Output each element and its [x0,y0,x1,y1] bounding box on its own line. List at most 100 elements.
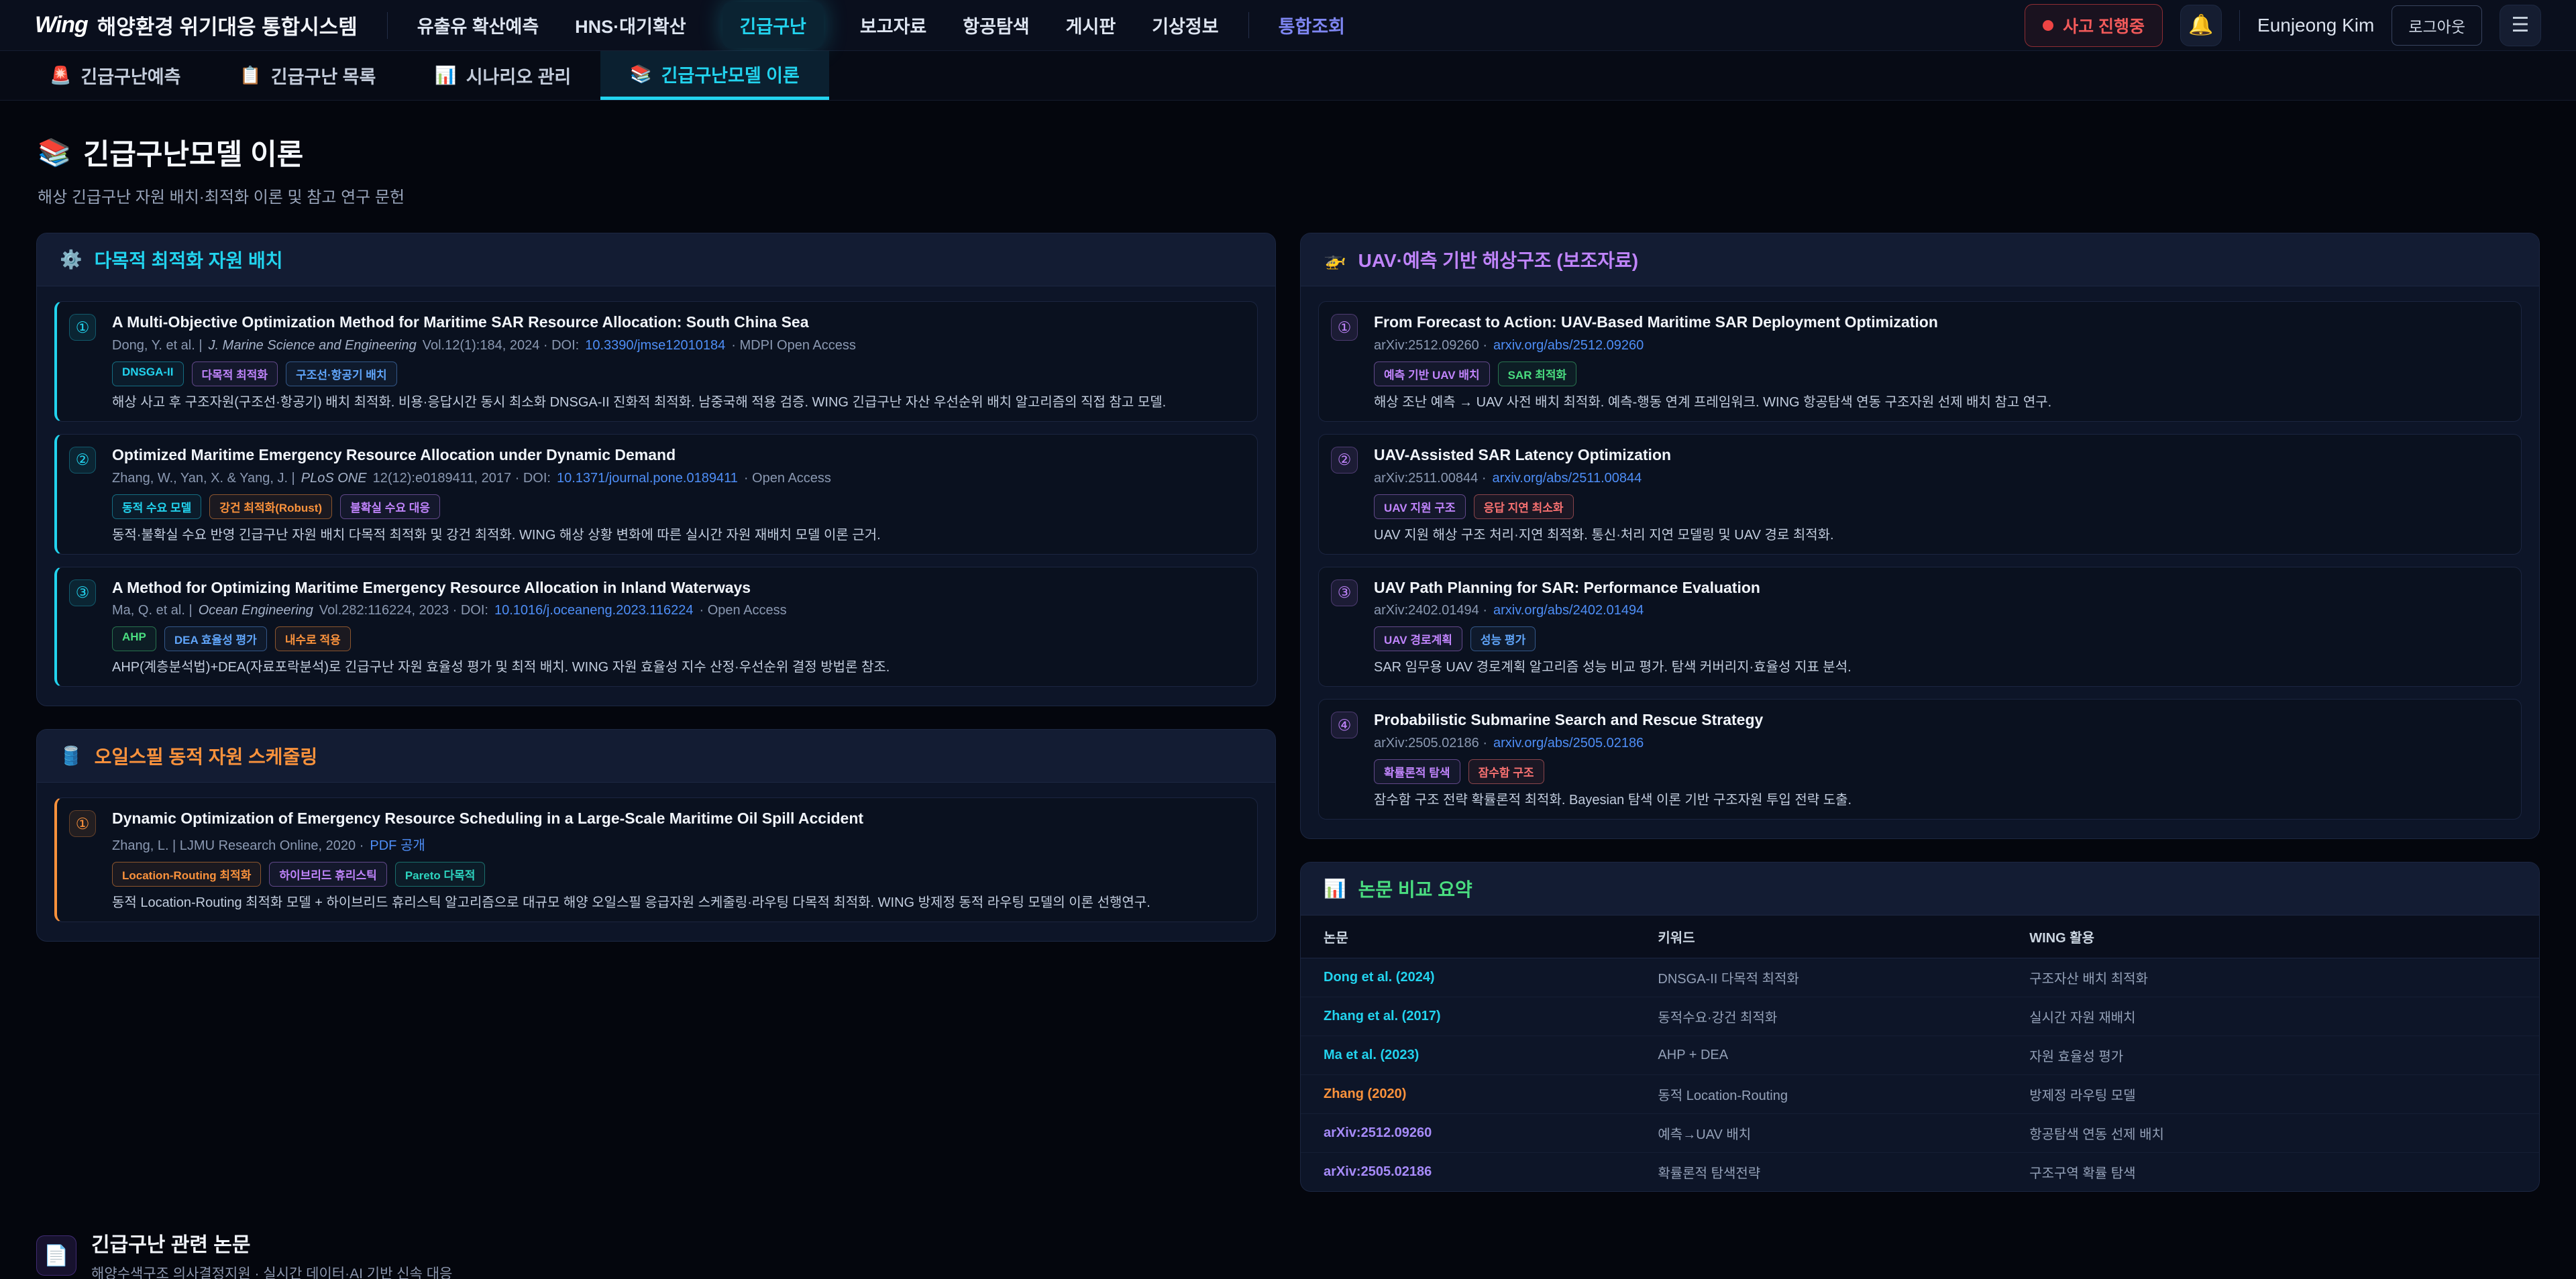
paper-description: 잠수함 구조 전략 확률론적 최적화. Bayesian 탐색 이론 기반 구조… [1374,791,2504,810]
paper-title: Optimized Maritime Emergency Resource Al… [112,445,1240,465]
nav-item-board[interactable]: 게시판 [1066,12,1116,38]
sub-tabbar: 🚨 긴급구난예측 📋 긴급구난 목록 📊 시나리오 관리 📚 긴급구난모델 이론 [0,51,2576,101]
wing-usage-cell: 항공탐색 연동 선제 배치 [2006,1114,2539,1153]
page-heading: 📚 긴급구난모델 이론 해상 긴급구난 자원 배치·최적화 이론 및 참고 연구… [0,101,2576,211]
paper-description: 동적·불확실 수요 반영 긴급구난 자원 배치 다목적 최적화 및 강건 최적화… [112,526,1240,545]
keyword-cell: AHP + DEA [1635,1036,2006,1075]
nav-item-weather[interactable]: 기상정보 [1152,12,1218,38]
wing-usage-cell: 실시간 자원 재배치 [2006,997,2539,1036]
paper-journal: PLoS ONE [301,471,367,486]
paper-arxiv-link[interactable]: arxiv.org/abs/2505.02186 [1493,736,1644,750]
content-columns: ⚙️ 다목적 최적화 자원 배치 ① A Multi-Objective Opt… [0,211,2576,1215]
bar-chart-icon: 📊 [1324,878,1346,899]
section-body: ① From Forecast to Action: UAV-Based Mar… [1301,286,2539,838]
user-name: Eunjeong Kim [2257,15,2374,36]
nav-item-emergency-rescue[interactable]: 긴급구난 [722,2,824,48]
paper-doi-link[interactable]: 10.1371/journal.pone.0189411 [557,471,738,486]
paper-name-link[interactable]: arXiv:2512.09260 [1324,1125,1432,1140]
paper-pdf-link[interactable]: PDF 공개 [370,838,425,853]
page-title: 📚 긴급구난모델 이론 [38,131,2538,173]
paper-detail: 12(12):e0189411, 2017 · DOI: [373,471,551,486]
hamburger-menu-button[interactable]: ☰ [2500,5,2541,46]
paper-access: · MDPI Open Access [731,338,856,353]
paper-description: 동적 Location-Routing 최적화 모델 + 하이브리드 휴리스틱 … [112,893,1240,912]
column-header-paper: 논문 [1301,915,1635,958]
paper-number-badge: ① [69,314,96,341]
paper-number-badge: ① [1331,314,1358,341]
paper-meta: Zhang, L. | LJMU Research Online, 2020 ·… [112,834,1240,854]
tag: DNSGA-II [112,362,184,386]
nav-item-integrated-search[interactable]: 통합조회 [1248,12,1345,38]
paper-name-link[interactable]: arXiv:2505.02186 [1324,1164,1432,1179]
logout-button[interactable]: 로그아웃 [2392,5,2482,46]
keyword-cell: 확률론적 탐색전략 [1635,1153,2006,1192]
section-header: 📊 논문 비교 요약 [1301,863,2539,915]
tag-list: AHP DEA 효율성 평가 내수로 적용 [112,626,1240,651]
tab-rescue-forecast[interactable]: 🚨 긴급구난예측 [20,51,210,100]
wing-usage-cell: 방제정 라우팅 모델 [2006,1075,2539,1114]
tab-rescue-model-theory[interactable]: 📚 긴급구난모델 이론 [600,51,829,100]
tag: Pareto 다목적 [395,862,486,887]
section-header: 🚁 UAV·예측 기반 해상구조 (보조자료) [1301,233,2539,286]
paper-meta: arXiv:2402.01494 ·arxiv.org/abs/2402.014… [1374,603,2504,618]
nav-item-hns-diffusion[interactable]: HNS·대기확산 [575,12,686,38]
paper-doi-link[interactable]: 10.3390/jmse12010184 [585,338,725,353]
section-title: UAV·예측 기반 해상구조 (보조자료) [1358,246,1638,273]
paper-number-badge: ① [69,810,96,837]
tab-label: 시나리오 관리 [466,62,572,89]
section-paper-comparison: 📊 논문 비교 요약 논문 키워드 WING 활용 Dong et al. (2… [1300,862,2540,1192]
paper-name-link[interactable]: Ma et al. (2023) [1324,1048,1419,1062]
wing-usage-cell: 자원 효율성 평가 [2006,1036,2539,1075]
paper-card: ① From Forecast to Action: UAV-Based Mar… [1318,301,2522,422]
gear-icon: ⚙️ [60,249,83,270]
paper-meta: arXiv:2505.02186 · arxiv.org/abs/2505.021… [1374,736,2504,751]
tag: 하이브리드 휴리스틱 [269,862,386,887]
tag: 확률론적 탐색 [1374,759,1460,784]
section-header: 🛢️ 오일스필 동적 자원 스케줄링 [37,730,1275,783]
clipboard-icon: 📋 [239,65,261,86]
tag: 응답 지연 최소화 [1474,494,1574,519]
tab-rescue-list[interactable]: 📋 긴급구난 목록 [210,51,405,100]
nav-item-aerial-search[interactable]: 항공탐색 [963,12,1029,38]
tag: UAV 경로계획 [1374,626,1462,651]
paper-name-link[interactable]: Zhang (2020) [1324,1087,1406,1101]
nav-item-reports[interactable]: 보고자료 [860,12,926,38]
paper-description: 해상 조난 예측 → UAV 사전 배치 최적화. 예측-행동 연계 프레임워크… [1374,393,2504,412]
table-row: Ma et al. (2023) AHP + DEA 자원 효율성 평가 [1301,1036,2539,1075]
paper-arxiv-link[interactable]: arxiv.org/abs/2512.09260 [1493,338,1644,353]
tag: SAR 최적화 [1498,362,1577,386]
paper-arxiv-link[interactable]: arxiv.org/abs/2402.01494 [1493,603,1644,618]
paper-title: From Forecast to Action: UAV-Based Marit… [1374,313,2504,332]
paper-number-badge: ③ [1331,579,1358,606]
incident-status-badge[interactable]: 사고 진행중 [2025,4,2163,47]
paper-name-link[interactable]: Zhang et al. (2017) [1324,1009,1441,1023]
column-header-wing-usage: WING 활용 [2006,915,2539,958]
siren-icon: 🚨 [50,65,71,86]
tag: 구조선·항공기 배치 [286,362,397,386]
paper-description: SAR 임무용 UAV 경로계획 알고리즘 성능 비교 평가. 탐색 커버리지·… [1374,658,2504,677]
paper-arxiv-link[interactable]: arxiv.org/abs/2511.00844 [1493,471,1642,486]
status-dot-icon [2043,20,2053,31]
tag-list: DNSGA-II 다목적 최적화 구조선·항공기 배치 [112,362,1240,386]
tab-scenario-management[interactable]: 📊 시나리오 관리 [405,51,600,100]
document-icon: 📄 [36,1235,76,1276]
section-multiobjective-allocation: ⚙️ 다목적 최적화 자원 배치 ① A Multi-Objective Opt… [36,233,1276,706]
paper-doi-link[interactable]: 10.1016/j.oceaneng.2023.116224 [494,603,694,618]
left-column: ⚙️ 다목적 최적화 자원 배치 ① A Multi-Objective Opt… [36,233,1276,964]
app-logo[interactable]: Wing 해양환경 위기대응 통합시스템 [35,10,358,40]
paper-name-link[interactable]: Dong et al. (2024) [1324,970,1435,985]
paper-authors: Ma, Q. et al. | [112,603,193,618]
tag-list: 동적 수요 모델 강건 최적화(Robust) 불확실 수요 대응 [112,494,1240,519]
notification-bell-button[interactable]: 🔔 [2180,5,2222,46]
paper-card: ② Optimized Maritime Emergency Resource … [54,434,1258,555]
main-nav: 유출유 확산예측 HNS·대기확산 긴급구난 보고자료 항공탐색 게시판 기상정… [417,2,2025,48]
nav-item-oil-spill-forecast[interactable]: 유출유 확산예측 [417,12,539,38]
tag: AHP [112,626,156,651]
tag: 동적 수요 모델 [112,494,201,519]
paper-description: 해상 사고 후 구조자원(구조선·항공기) 배치 최적화. 비용·응답시간 동시… [112,393,1240,412]
paper-meta: Zhang, W., Yan, X. & Yang, J. |PLoS ONE1… [112,471,1240,486]
paper-arxiv-id: arXiv:2505.02186 · [1374,736,1487,750]
paper-card: ③ A Method for Optimizing Maritime Emerg… [54,567,1258,687]
paper-arxiv-id: arXiv:2511.00844 · [1374,471,1487,486]
tag: DEA 효율성 평가 [164,626,267,651]
